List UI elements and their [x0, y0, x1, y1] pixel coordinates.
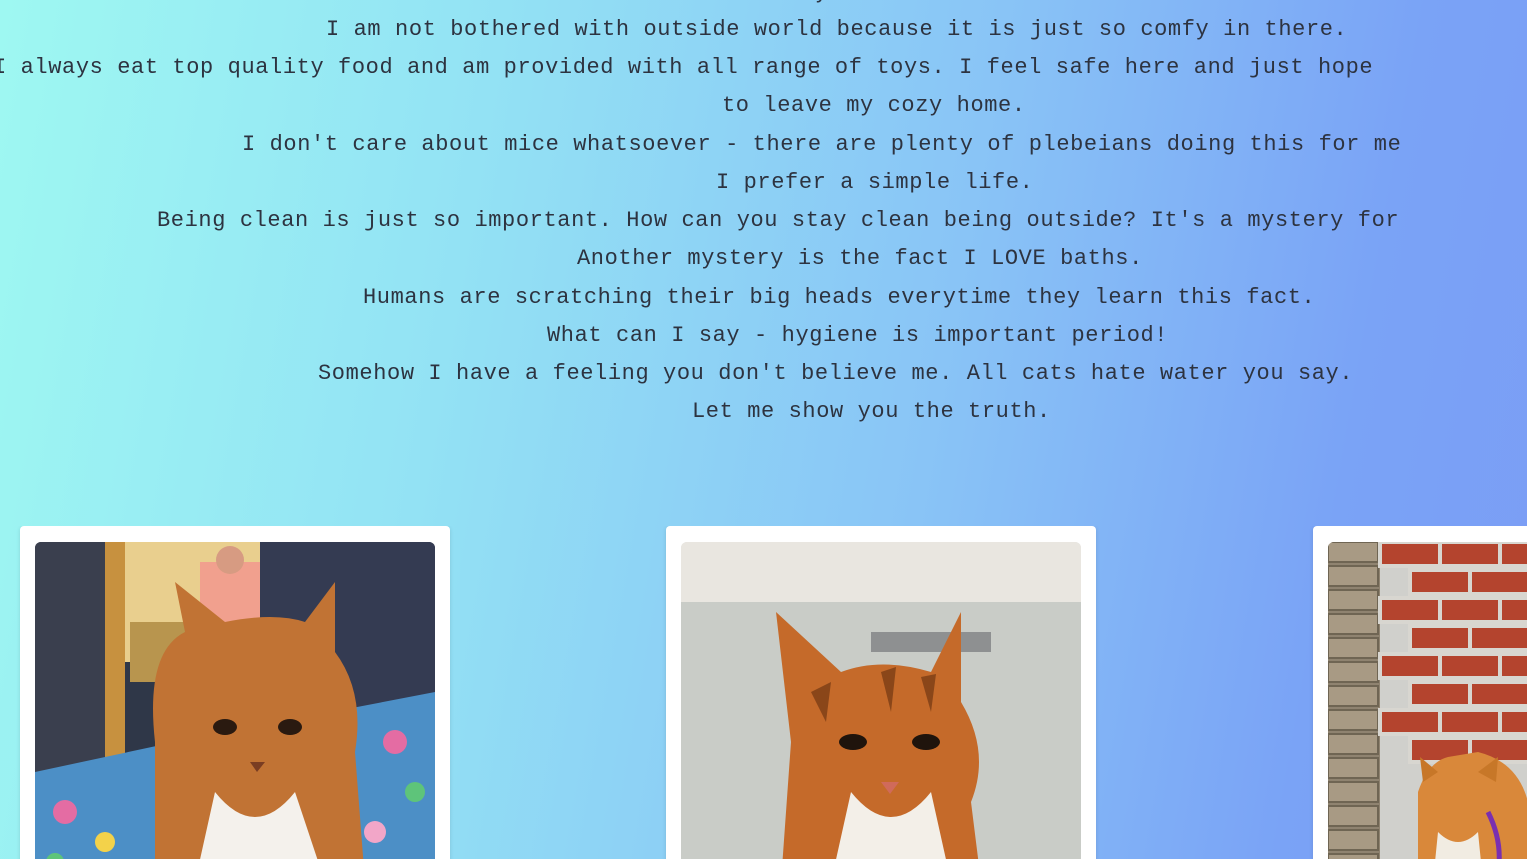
- story-line: Being clean is just so important. How ca…: [157, 208, 1400, 233]
- story-section: y I am not bothered with outside world b…: [0, 0, 1527, 480]
- cat-photo-blanket: [35, 542, 435, 859]
- story-line: I always eat top quality food and am pro…: [0, 55, 1374, 80]
- story-line: Somehow I have a feeling you don't belie…: [318, 361, 1354, 386]
- story-line: to leave my cozy home.: [722, 93, 1026, 118]
- story-top-fragment: y: [815, 0, 829, 6]
- story-line: What can I say - hygiene is important pe…: [547, 323, 1169, 348]
- photo-card[interactable]: [666, 526, 1096, 859]
- story-line: Humans are scratching their big heads ev…: [363, 285, 1316, 310]
- story-line: I prefer a simple life.: [716, 170, 1034, 195]
- cat-photo-brick-wall: [1328, 542, 1527, 859]
- story-line: Another mystery is the fact I LOVE baths…: [577, 246, 1143, 271]
- cat-photo-bathtub: [681, 542, 1081, 859]
- story-line: Let me show you the truth.: [692, 399, 1051, 424]
- story-line: I am not bothered with outside world bec…: [326, 17, 1348, 42]
- photo-card[interactable]: [20, 526, 450, 859]
- story-line: I don't care about mice whatsoever - the…: [242, 132, 1402, 157]
- photo-gallery: [0, 526, 1527, 859]
- photo-card[interactable]: [1313, 526, 1527, 859]
